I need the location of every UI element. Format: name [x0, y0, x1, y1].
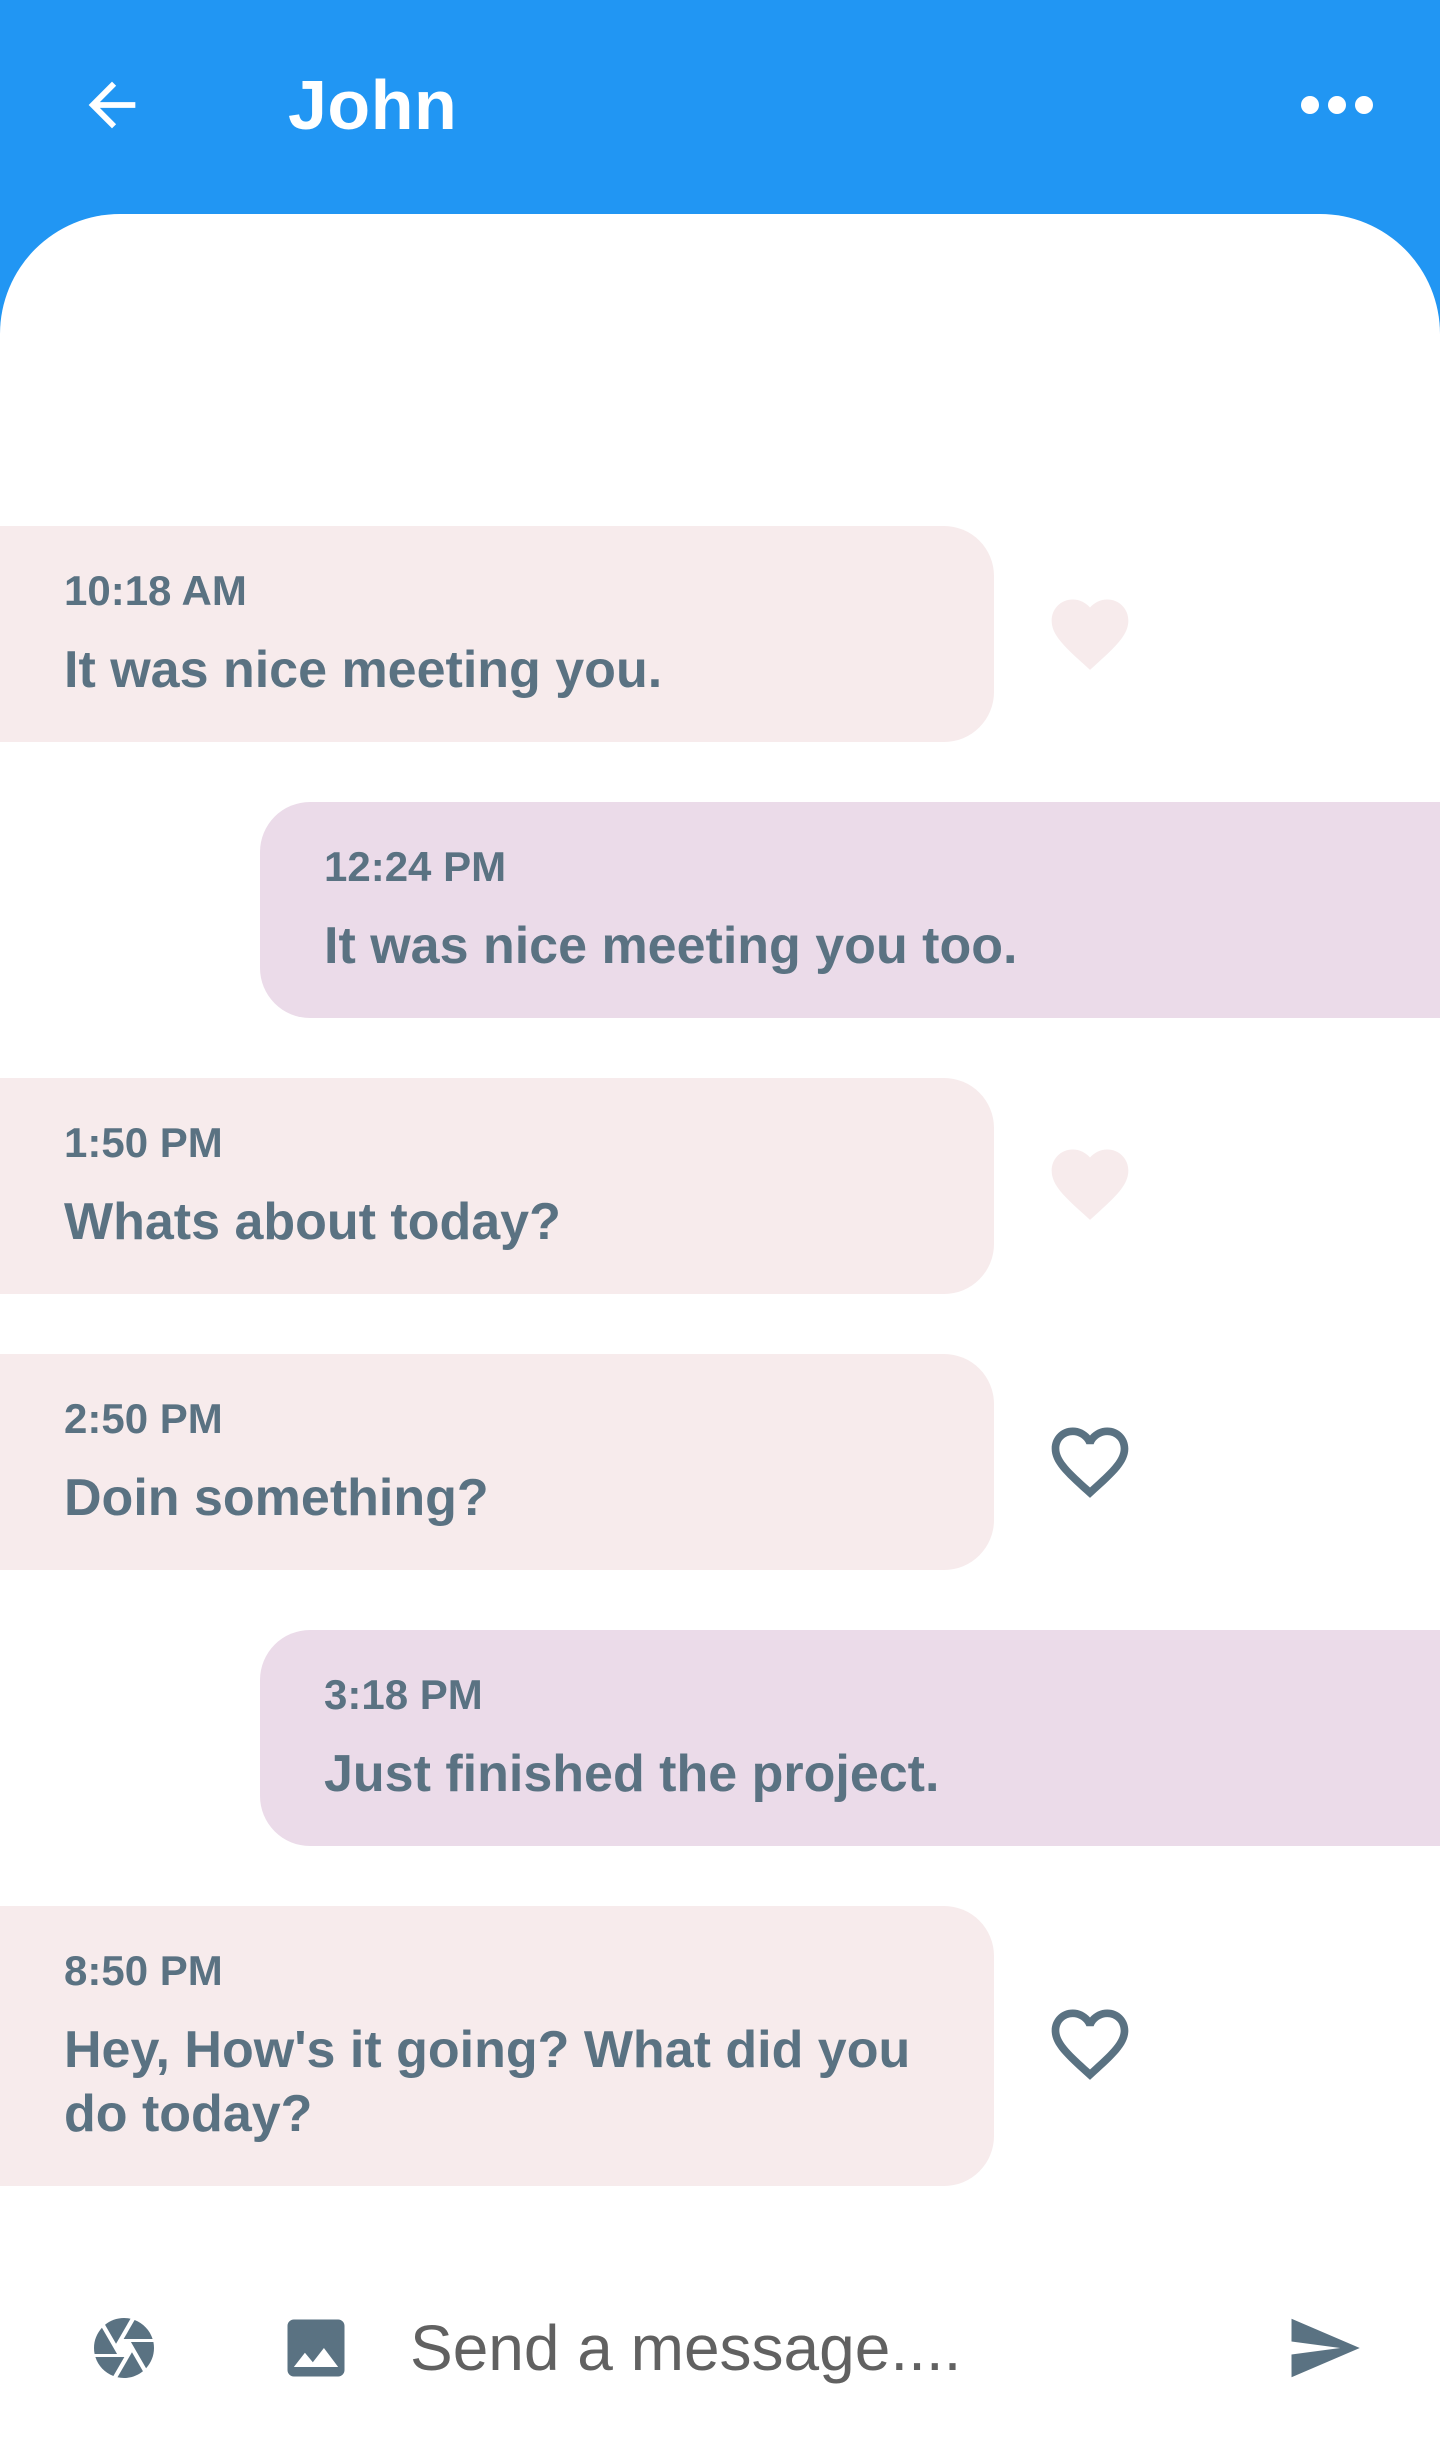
heart-filled-icon: [1051, 599, 1129, 670]
back-button[interactable]: [62, 50, 162, 160]
chat-title: John: [288, 66, 458, 144]
image-button[interactable]: [266, 2298, 366, 2398]
like-button[interactable]: [1040, 584, 1140, 684]
message-bubble-outgoing[interactable]: 12:24 PM It was nice meeting you too.: [260, 802, 1440, 1018]
heart-outline-icon: [1051, 2009, 1129, 2080]
message-time: 3:18 PM: [324, 1671, 483, 1718]
like-button[interactable]: [1040, 1994, 1140, 2094]
message-text: Hey, How's it going? What did you do tod…: [64, 2021, 911, 2143]
message-time: 12:24 PM: [324, 843, 507, 890]
more-horizontal-icon: [1301, 96, 1373, 114]
heart-outline-icon: [1051, 1427, 1129, 1498]
send-button[interactable]: [1274, 2298, 1374, 2398]
message-bubble-outgoing[interactable]: 3:18 PM Just finished the project.: [260, 1630, 1440, 1846]
heart-filled-icon: [1051, 1149, 1129, 1220]
message-bubble-incoming[interactable]: 2:50 PM Doin something?: [0, 1354, 994, 1570]
like-button[interactable]: [1040, 1412, 1140, 1512]
app-bar: John: [0, 0, 1440, 230]
message-composer: [0, 2220, 1440, 2456]
message-text: Doin something?: [64, 1469, 489, 1527]
message-bubble-incoming[interactable]: 10:18 AM It was nice meeting you.: [0, 526, 994, 742]
message-bubble-incoming[interactable]: 8:50 PM Hey, How's it going? What did yo…: [0, 1906, 994, 2186]
like-button[interactable]: [1040, 1134, 1140, 1234]
message-text: Whats about today?: [64, 1193, 561, 1251]
message-time: 2:50 PM: [64, 1395, 223, 1442]
message-time: 1:50 PM: [64, 1119, 223, 1166]
message-text: Just finished the project.: [324, 1745, 940, 1803]
message-time: 10:18 AM: [64, 567, 247, 614]
camera-button[interactable]: [74, 2298, 174, 2398]
arrow-left-icon: [88, 81, 136, 129]
message-text: It was nice meeting you.: [64, 641, 663, 699]
message-input[interactable]: [410, 2298, 1210, 2398]
message-time: 8:50 PM: [64, 1947, 223, 1994]
chat-content: 10:18 AM It was nice meeting you. 12:24 …: [0, 214, 1440, 2456]
image-icon: [287, 2319, 345, 2377]
message-text: It was nice meeting you too.: [324, 917, 1018, 975]
message-bubble-incoming[interactable]: 1:50 PM Whats about today?: [0, 1078, 994, 1294]
send-icon: [1291, 2318, 1360, 2378]
camera-shutter-icon: [94, 2318, 154, 2378]
more-options-button[interactable]: [1282, 55, 1392, 155]
